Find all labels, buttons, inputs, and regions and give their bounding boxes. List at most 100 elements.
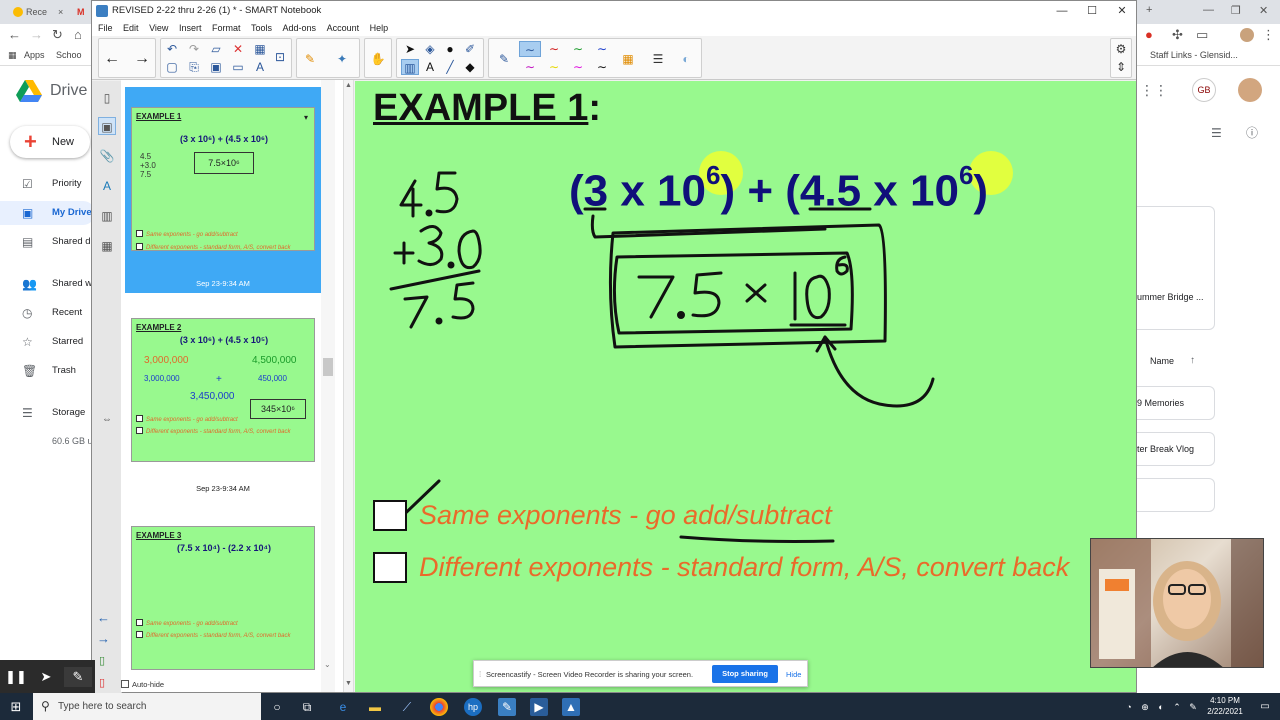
menu-help[interactable]: Help bbox=[370, 21, 389, 36]
notebook-canvas[interactable]: EXAMPLE 1: (3 x 106) + (4.5 x 106) Same … bbox=[355, 81, 1136, 692]
eraser-icon[interactable]: ◆ bbox=[461, 59, 479, 75]
bookmark-staff-links[interactable]: Staff Links - Glensid... bbox=[1150, 50, 1238, 60]
drive-nav-shared-with-me[interactable]: 👥 Shared w bbox=[0, 272, 95, 296]
home-icon[interactable]: ⌂ bbox=[74, 27, 82, 42]
properties-icon[interactable]: ◐ bbox=[677, 51, 695, 67]
pen-style-black-icon[interactable]: ∼ bbox=[591, 59, 613, 75]
apps-grid-icon[interactable]: ⋮⋮ bbox=[1140, 82, 1168, 99]
magic-pen-icon[interactable]: ✐ bbox=[461, 41, 479, 57]
chrome-tab-recent[interactable]: Rece × bbox=[10, 2, 64, 22]
drive-nav-starred[interactable]: ☆ Starred bbox=[0, 330, 95, 354]
notifications-icon[interactable]: ▭ bbox=[1256, 698, 1274, 716]
pens-tool-icon[interactable]: ▥ bbox=[401, 59, 419, 75]
pen-style-dark-blue-icon[interactable]: ∼ bbox=[591, 41, 613, 57]
menu-file[interactable]: File bbox=[98, 21, 113, 36]
dropdown-arrow-icon[interactable]: ▾ bbox=[304, 113, 308, 122]
close-icon[interactable]: ✕ bbox=[1107, 1, 1137, 21]
menu-dots-icon[interactable]: ⋮ bbox=[1262, 27, 1275, 43]
minimize-icon[interactable]: — bbox=[1203, 4, 1214, 16]
reload-icon[interactable]: ↻ bbox=[52, 27, 63, 43]
page-thumbnail-3[interactable]: EXAMPLE 3 (7.5 x 10⁴) - (2.2 x 10⁴) Same… bbox=[125, 520, 321, 680]
menu-view[interactable]: View bbox=[149, 21, 168, 36]
scrollbar-thumb[interactable] bbox=[323, 358, 333, 376]
response-icon[interactable]: ✎ bbox=[301, 51, 319, 67]
cortana-icon[interactable]: ○ bbox=[268, 698, 286, 716]
pen-style-magenta-icon[interactable]: ∼ bbox=[519, 59, 541, 75]
file-explorer-icon[interactable]: ▬ bbox=[366, 698, 384, 716]
stop-sharing-button[interactable]: Stop sharing bbox=[712, 665, 778, 683]
list-view-icon[interactable]: ☰ bbox=[1211, 126, 1222, 140]
windows-start-icon[interactable]: ⊞ bbox=[7, 698, 25, 716]
menu-tools[interactable]: Tools bbox=[251, 21, 272, 36]
taskbar-clock[interactable]: 4:10 PM 2/22/2021 bbox=[1200, 695, 1250, 717]
file-row[interactable]: 9 Memories bbox=[1137, 386, 1215, 420]
pen-style-green-icon[interactable]: ∼ bbox=[567, 41, 589, 57]
delete-page-icon[interactable]: ▯ bbox=[99, 676, 105, 689]
maximize-icon[interactable]: ☐ bbox=[1077, 1, 1107, 21]
page-thumbnail-1[interactable]: EXAMPLE 1 ▾ (3 x 10⁶) + (4.5 x 10⁶) 4.5 +… bbox=[125, 87, 321, 293]
import-icon[interactable]: ⎘ bbox=[185, 59, 203, 75]
color-palette-icon[interactable]: ▦ bbox=[619, 51, 637, 67]
close-icon[interactable]: ✕ bbox=[1259, 4, 1268, 17]
text-tool-icon[interactable]: A bbox=[421, 59, 439, 75]
plugin-icon[interactable]: ✋ bbox=[369, 51, 387, 67]
text-fit-icon[interactable]: A bbox=[251, 59, 269, 75]
app-icon[interactable]: ⟋ bbox=[398, 698, 416, 716]
cursor-icon[interactable]: ➤ bbox=[32, 667, 60, 687]
attachments-tab-icon[interactable]: 📎 bbox=[98, 147, 116, 165]
line-tool-icon[interactable]: ╱ bbox=[441, 59, 459, 75]
pen-style-yellow-icon[interactable]: ∼ bbox=[543, 59, 565, 75]
gear-icon[interactable]: ⚙ bbox=[1112, 41, 1130, 57]
forward-arrow-icon[interactable]: → bbox=[30, 27, 43, 42]
table-icon[interactable]: ▦ bbox=[251, 41, 269, 57]
page-thumbnail-2[interactable]: EXAMPLE 2 (3 x 10⁶) + (4.5 x 10⁵) 3,000,… bbox=[125, 312, 321, 502]
addons-tab-icon[interactable]: ▥ bbox=[98, 207, 116, 225]
pen-type-icon[interactable]: ✎ bbox=[495, 51, 513, 67]
back-arrow-icon[interactable]: ← bbox=[8, 27, 21, 42]
puzzle-icon[interactable]: ✣ bbox=[1172, 27, 1183, 43]
canvas-scrollbar[interactable]: ▲ ▼ bbox=[343, 80, 354, 692]
sorter-scrollbar[interactable]: ⌄ bbox=[321, 80, 335, 692]
redo-icon[interactable]: ↷ bbox=[185, 41, 203, 57]
pen-style-blue-icon[interactable]: ∼ bbox=[519, 41, 541, 57]
pen-style-pink-icon[interactable]: ∼ bbox=[567, 59, 589, 75]
extension-icon[interactable]: ● bbox=[1145, 27, 1153, 42]
drive-nav-recent[interactable]: ◷ Recent bbox=[0, 301, 95, 325]
plugins-tab-icon[interactable]: ▦ bbox=[98, 237, 116, 255]
line-style-icon[interactable]: ☰ bbox=[649, 51, 667, 67]
restore-icon[interactable]: ❐ bbox=[1231, 4, 1241, 17]
minimize-icon[interactable]: — bbox=[1047, 1, 1077, 21]
undo-icon[interactable]: ↶ bbox=[163, 41, 181, 57]
drag-handle-icon[interactable]: ⁞ bbox=[479, 661, 481, 688]
page-sorter-tab-icon[interactable]: ▯ bbox=[98, 89, 116, 107]
scroll-down-icon[interactable]: ⌄ bbox=[324, 660, 331, 669]
pen-style-red-icon[interactable]: ∼ bbox=[543, 41, 565, 57]
screen-capture-icon[interactable]: ⊡ bbox=[271, 49, 289, 65]
file-row[interactable] bbox=[1137, 478, 1215, 512]
next-page-icon[interactable]: → bbox=[133, 51, 151, 67]
bookmark-school[interactable]: Schoo bbox=[56, 50, 82, 60]
pen-icon[interactable]: ✎ bbox=[64, 667, 92, 687]
taskbar-search[interactable]: ⚲ Type here to search bbox=[33, 693, 261, 720]
drive-nav-trash[interactable]: 🗑 Trash bbox=[0, 359, 95, 383]
checkbox[interactable] bbox=[373, 552, 407, 583]
screen-shade-icon[interactable]: ▭ bbox=[229, 59, 247, 75]
next-page-icon[interactable]: → bbox=[97, 631, 110, 646]
previous-page-icon[interactable]: ← bbox=[103, 51, 121, 67]
save-icon[interactable]: ▣ bbox=[207, 59, 225, 75]
sort-arrow-up-icon[interactable]: ↑ bbox=[1190, 355, 1195, 366]
menu-format[interactable]: Format bbox=[212, 21, 241, 36]
new-page-icon[interactable]: ▢ bbox=[163, 59, 181, 75]
drive-nav-my-drive[interactable]: ▣ My Drive bbox=[0, 201, 95, 225]
info-icon[interactable]: ⓘ bbox=[1246, 124, 1258, 141]
drive-nav-storage[interactable]: ☰ Storage bbox=[0, 401, 95, 425]
scroll-up-icon[interactable]: ▲ bbox=[345, 82, 352, 89]
drive-nav-shared-drives[interactable]: ▤ Shared d bbox=[0, 230, 95, 254]
menu-addons[interactable]: Add-ons bbox=[283, 21, 317, 36]
pause-icon[interactable]: ❚❚ bbox=[2, 667, 30, 687]
edge-icon[interactable]: e bbox=[334, 698, 352, 716]
sort-name-label[interactable]: Name bbox=[1150, 356, 1174, 366]
avatar[interactable] bbox=[1238, 78, 1262, 102]
lab-activity-icon[interactable]: ✦ bbox=[333, 51, 351, 67]
fill-icon[interactable]: ● bbox=[441, 41, 459, 57]
